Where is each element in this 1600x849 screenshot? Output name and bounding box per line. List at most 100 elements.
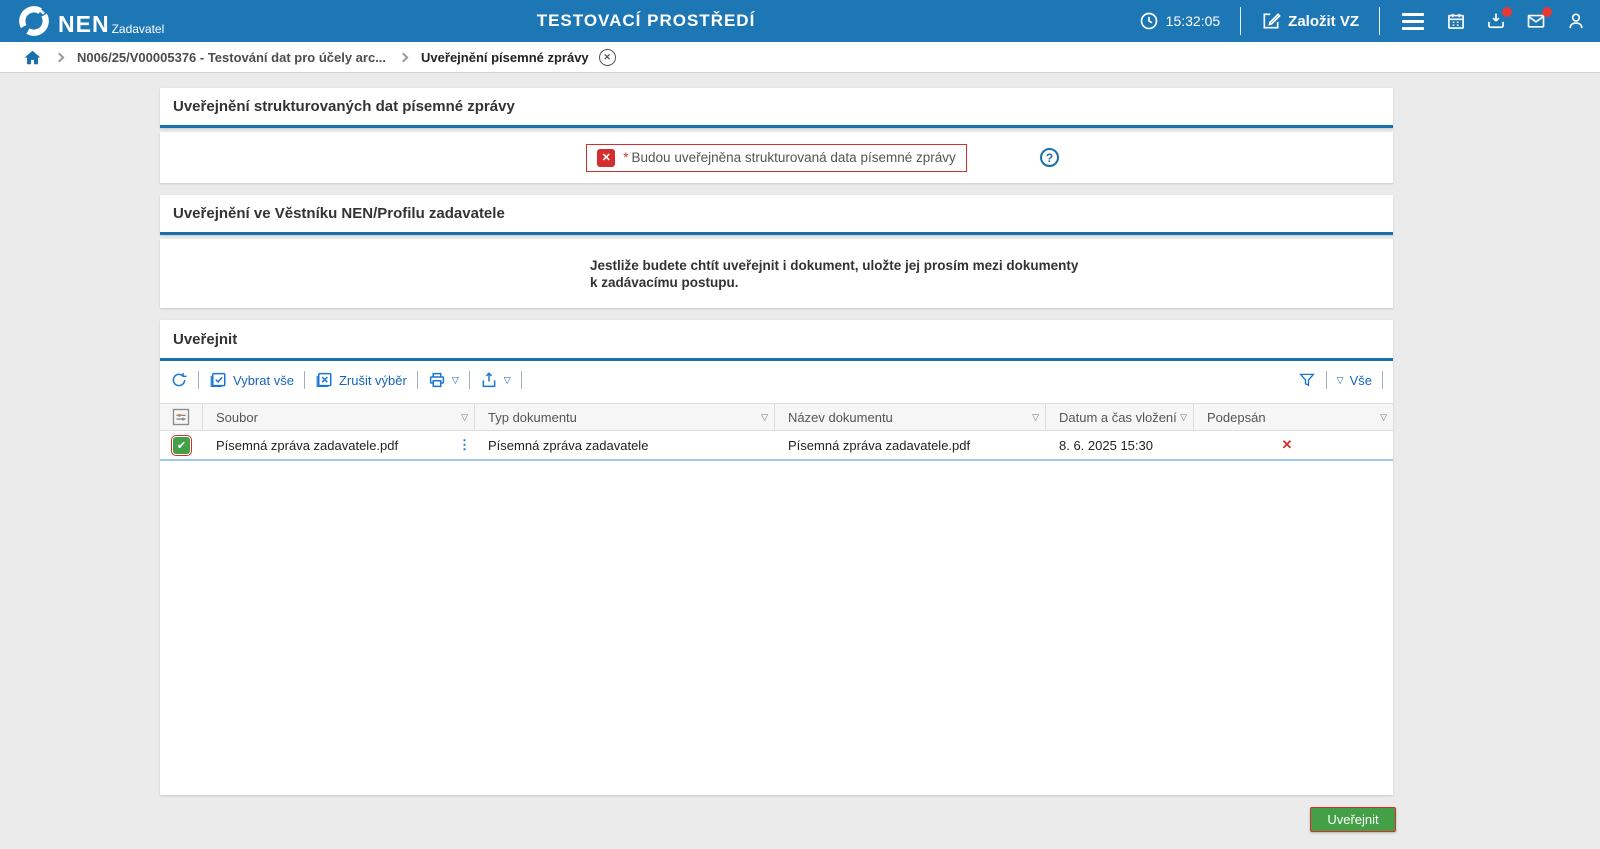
calendar-icon[interactable] <box>1446 11 1466 31</box>
section-publish-header: Uveřejnit <box>160 320 1393 361</box>
column-filter-icon[interactable]: ▽ <box>1380 412 1387 423</box>
toolbar-divider <box>520 371 522 389</box>
not-signed-cross-icon: ✕ <box>1281 437 1293 452</box>
column-header-nazev-dokumentu[interactable]: Název dokumentu ▽ <box>775 404 1046 430</box>
chevron-right-icon <box>54 52 65 62</box>
section-structured-data-body: ✕ * Budou uveřejněna strukturovaná data p… <box>160 132 1393 183</box>
nen-logo[interactable]: NEN Zadavatel <box>16 3 164 39</box>
checkbox-check-icon <box>210 372 226 387</box>
export-button[interactable]: ▽ <box>480 371 511 389</box>
document-type: Písemná zpráva zadavatele <box>488 437 649 453</box>
column-header-datum[interactable]: Datum a čas vložení ▽ <box>1046 404 1194 430</box>
table-row[interactable]: ✔ Písemná zpráva zadavatele.pdf ⋮ Písemn… <box>160 431 1393 461</box>
clear-selection-label: Zrušit výběr <box>338 372 407 388</box>
clock-icon <box>1140 12 1157 30</box>
vestnik-note-line1: Jestliže budete chtít uveřejnit i dokume… <box>590 258 1079 273</box>
select-all-button[interactable]: Vybrat vše <box>209 371 294 389</box>
print-button[interactable]: ▽ <box>428 371 459 389</box>
breadcrumb-item-procedure[interactable]: N006/25/V00005376 - Testování dat pro úč… <box>77 50 386 65</box>
row-menu-dots-icon[interactable]: ⋮ <box>458 437 471 453</box>
section-title: Uveřejnění ve Věstníku NEN/Profilu zadav… <box>173 205 505 222</box>
downloads-button[interactable] <box>1486 7 1512 31</box>
filter-scope-dropdown[interactable]: ▽ Vše <box>1337 373 1372 388</box>
table-header-row: Soubor ▽ Typ dokumentu ▽ Název dokumentu… <box>160 403 1393 431</box>
header-actions: 15:32:05 Založit VZ <box>1139 0 1586 42</box>
select-all-label: Vybrat vše <box>233 372 294 388</box>
toolbar-right: ▽ Vše <box>1298 371 1383 389</box>
brand-name: NEN <box>58 11 110 37</box>
section-structured-data-header: Uveřejnění strukturovaných dat písemné z… <box>160 88 1393 128</box>
column-filter-icon[interactable]: ▽ <box>761 412 768 423</box>
header-divider <box>1240 7 1242 35</box>
column-filter-icon[interactable]: ▽ <box>461 412 468 423</box>
column-label: Podepsán <box>1207 409 1266 425</box>
dropdown-arrow-icon[interactable]: ▽ <box>452 375 459 386</box>
breadcrumb-item-current[interactable]: Uveřejnění písemné zprávy <box>421 50 589 65</box>
printer-icon <box>429 372 444 388</box>
section-publish-body: Vybrat vše Zrušit výběr ▽ ▽ ▽ Vše Soubor… <box>160 361 1393 795</box>
vestnik-note: Jestliže budete chtít uveřejnit i dokume… <box>590 257 1078 291</box>
toolbar-left: Vybrat vše Zrušit výběr ▽ ▽ <box>170 371 522 389</box>
structured-data-checkbox-group[interactable]: ✕ * Budou uveřejněna strukturovaná data p… <box>586 143 967 172</box>
checkbox-label: * Budou uveřejněna strukturovaná data pís… <box>623 150 955 165</box>
messages-button[interactable] <box>1526 7 1552 31</box>
nen-swirl-icon <box>19 6 49 36</box>
toolbar-divider <box>1382 371 1383 389</box>
clock-time: 15:32:05 <box>1165 13 1221 29</box>
vestnik-note-line2: k zadávacímu postupu. <box>590 275 739 290</box>
column-filter-icon[interactable]: ▽ <box>1180 412 1187 423</box>
column-label: Datum a čas vložení <box>1059 409 1177 425</box>
checkbox-label-text: Budou uveřejněna strukturovaná data píse… <box>631 150 956 165</box>
checkbox-unchecked-error-icon[interactable]: ✕ <box>597 148 616 167</box>
row-cell-typ: Písemná zpráva zadavatele <box>475 431 775 459</box>
file-name[interactable]: Písemná zpráva zadavatele.pdf <box>216 438 398 453</box>
column-filter-icon[interactable]: ▽ <box>1032 412 1039 423</box>
column-settings-icon <box>172 408 190 426</box>
documents-table: Soubor ▽ Typ dokumentu ▽ Název dokumentu… <box>160 403 1393 461</box>
publish-button[interactable]: Uveřejnit <box>1310 807 1396 832</box>
row-checkbox-cell: ✔ <box>160 431 203 459</box>
table-toolbar: Vybrat vše Zrušit výběr ▽ ▽ ▽ Vše <box>160 361 1393 399</box>
filter-funnel-icon[interactable] <box>1298 371 1316 389</box>
dropdown-arrow-icon[interactable]: ▽ <box>504 375 511 386</box>
top-header-bar: NEN Zadavatel TESTOVACÍ PROSTŘEDÍ 15:32:… <box>0 0 1600 42</box>
required-asterisk: * <box>623 150 629 165</box>
row-cell-nazev: Písemná zpráva zadavatele.pdf <box>775 431 1046 459</box>
row-cell-datum: 8. 6. 2025 15:30 <box>1046 431 1194 459</box>
dropdown-arrow-icon: ▽ <box>1336 374 1344 385</box>
refresh-icon[interactable] <box>170 371 188 389</box>
toolbar-divider <box>468 371 470 389</box>
section-vestnik-body: Jestliže budete chtít uveřejnit i dokume… <box>160 239 1393 308</box>
chevron-right-icon <box>398 52 409 62</box>
document-name: Písemná zpráva zadavatele.pdf <box>788 437 971 453</box>
column-header-typ-dokumentu[interactable]: Typ dokumentu ▽ <box>475 404 775 430</box>
column-header-soubor[interactable]: Soubor ▽ <box>203 404 475 430</box>
column-label: Název dokumentu <box>788 409 893 425</box>
home-icon[interactable] <box>23 48 42 67</box>
column-settings-cell[interactable] <box>160 404 203 430</box>
session-clock: 15:32:05 <box>1139 11 1221 31</box>
edit-icon <box>1263 13 1281 29</box>
row-checkbox-checked[interactable]: ✔ <box>171 434 192 456</box>
create-vz-button[interactable]: Založit VZ <box>1261 11 1359 31</box>
breadcrumb: N006/25/V00005376 - Testování dat pro úč… <box>0 42 1600 73</box>
environment-title: TESTOVACÍ PROSTŘEDÍ <box>536 11 756 30</box>
close-breadcrumb-icon[interactable]: ✕ <box>598 48 616 66</box>
section-title: Uveřejnit <box>173 330 238 348</box>
column-label: Typ dokumentu <box>488 409 577 425</box>
help-icon[interactable]: ? <box>1040 148 1059 167</box>
filter-scope-label: Vše <box>1349 372 1372 388</box>
row-cell-podepsan: ✕ <box>1194 431 1393 459</box>
column-label: Soubor <box>216 409 258 425</box>
export-icon <box>482 372 496 388</box>
clear-selection-button[interactable]: Zrušit výběr <box>315 371 407 389</box>
notification-badge <box>1502 7 1512 17</box>
notification-badge <box>1542 7 1552 17</box>
header-divider <box>1379 7 1380 35</box>
column-header-podepsan[interactable]: Podepsán ▽ <box>1194 404 1393 430</box>
user-profile-icon[interactable] <box>1566 11 1586 31</box>
brand-sub: Zadavatel <box>111 22 165 36</box>
create-vz-label: Založit VZ <box>1288 12 1359 30</box>
row-cell-soubor: Písemná zpráva zadavatele.pdf ⋮ <box>203 431 475 459</box>
menu-button[interactable] <box>1400 11 1426 32</box>
